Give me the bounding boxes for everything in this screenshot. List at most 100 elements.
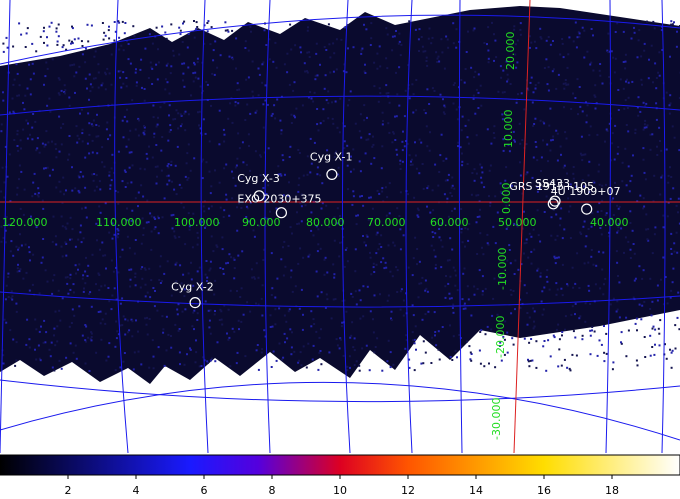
noise-pixel	[413, 369, 416, 372]
noise-pixel	[637, 39, 640, 42]
noise-pixel	[568, 36, 571, 39]
noise-pixel	[81, 108, 83, 111]
noise-pixel	[103, 31, 106, 34]
noise-pixel	[563, 87, 566, 90]
noise-pixel	[81, 207, 83, 210]
noise-pixel	[480, 181, 483, 184]
noise-pixel	[218, 319, 221, 321]
noise-pixel	[488, 169, 491, 172]
noise-pixel	[192, 72, 195, 75]
noise-pixel	[86, 23, 89, 26]
noise-pixel	[634, 132, 637, 135]
noise-pixel	[122, 49, 125, 52]
noise-pixel	[543, 340, 546, 342]
noise-pixel	[224, 21, 227, 24]
noise-pixel	[178, 53, 181, 56]
noise-pixel	[251, 60, 254, 63]
noise-pixel	[576, 78, 579, 81]
noise-pixel	[159, 106, 162, 109]
noise-pixel	[90, 339, 93, 342]
noise-pixel	[104, 254, 107, 257]
noise-pixel	[227, 117, 230, 120]
noise-pixel	[381, 145, 384, 148]
noise-pixel	[604, 277, 607, 280]
noise-pixel	[182, 72, 185, 75]
noise-pixel	[322, 119, 325, 122]
noise-pixel	[351, 295, 354, 298]
noise-pixel	[43, 83, 45, 86]
noise-pixel	[150, 279, 153, 282]
noise-pixel	[476, 288, 479, 290]
noise-pixel	[247, 133, 250, 136]
noise-pixel	[581, 334, 584, 337]
noise-pixel	[183, 62, 186, 65]
noise-pixel	[430, 42, 433, 45]
noise-pixel	[480, 166, 483, 169]
noise-pixel	[358, 364, 361, 367]
noise-pixel	[320, 363, 323, 366]
noise-pixel	[216, 245, 219, 248]
noise-pixel	[298, 359, 301, 362]
noise-pixel	[146, 333, 149, 336]
noise-pixel	[196, 312, 199, 315]
noise-pixel	[82, 175, 85, 178]
noise-pixel	[651, 346, 654, 348]
noise-pixel	[70, 322, 73, 324]
noise-pixel	[151, 67, 154, 70]
noise-pixel	[621, 180, 624, 183]
noise-pixel	[542, 139, 544, 142]
noise-pixel	[386, 33, 389, 36]
noise-pixel	[89, 291, 92, 294]
noise-pixel	[167, 163, 170, 165]
noise-pixel	[387, 92, 390, 94]
noise-pixel	[20, 33, 23, 36]
noise-pixel	[501, 91, 504, 94]
noise-pixel	[298, 152, 301, 154]
noise-pixel	[278, 307, 281, 310]
noise-pixel	[61, 297, 64, 300]
noise-pixel	[43, 319, 46, 322]
noise-pixel	[470, 193, 473, 196]
noise-pixel	[670, 176, 673, 178]
noise-pixel	[54, 310, 57, 313]
noise-pixel	[309, 137, 312, 140]
noise-pixel	[137, 330, 139, 333]
noise-pixel	[428, 103, 431, 105]
noise-pixel	[617, 109, 620, 111]
noise-pixel	[88, 73, 91, 76]
colorbar-tick-label: 6	[201, 484, 208, 497]
noise-pixel	[436, 57, 439, 60]
noise-pixel	[194, 71, 197, 74]
noise-pixel	[343, 140, 346, 143]
noise-pixel	[578, 287, 581, 289]
noise-pixel	[560, 287, 563, 290]
noise-pixel	[302, 345, 305, 348]
noise-pixel	[37, 195, 40, 198]
noise-pixel	[127, 43, 130, 45]
noise-pixel	[275, 66, 278, 69]
noise-pixel	[64, 89, 67, 92]
noise-pixel	[170, 160, 173, 163]
noise-pixel	[570, 108, 573, 110]
noise-pixel	[93, 173, 96, 175]
noise-pixel	[470, 314, 473, 317]
noise-pixel	[81, 277, 84, 280]
noise-pixel	[582, 225, 585, 228]
noise-pixel	[506, 73, 509, 76]
noise-pixel	[559, 217, 562, 220]
noise-pixel	[255, 349, 258, 352]
noise-pixel	[43, 41, 45, 44]
noise-pixel	[494, 242, 497, 245]
noise-pixel	[155, 26, 158, 29]
noise-pixel	[289, 226, 292, 229]
noise-pixel	[475, 88, 478, 91]
noise-pixel	[196, 231, 199, 234]
noise-pixel	[131, 335, 134, 338]
noise-pixel	[123, 115, 126, 118]
noise-pixel	[63, 84, 66, 87]
noise-pixel	[392, 241, 395, 244]
noise-pixel	[448, 292, 451, 295]
noise-pixel	[178, 183, 181, 186]
noise-pixel	[420, 282, 423, 285]
noise-pixel	[624, 53, 627, 56]
